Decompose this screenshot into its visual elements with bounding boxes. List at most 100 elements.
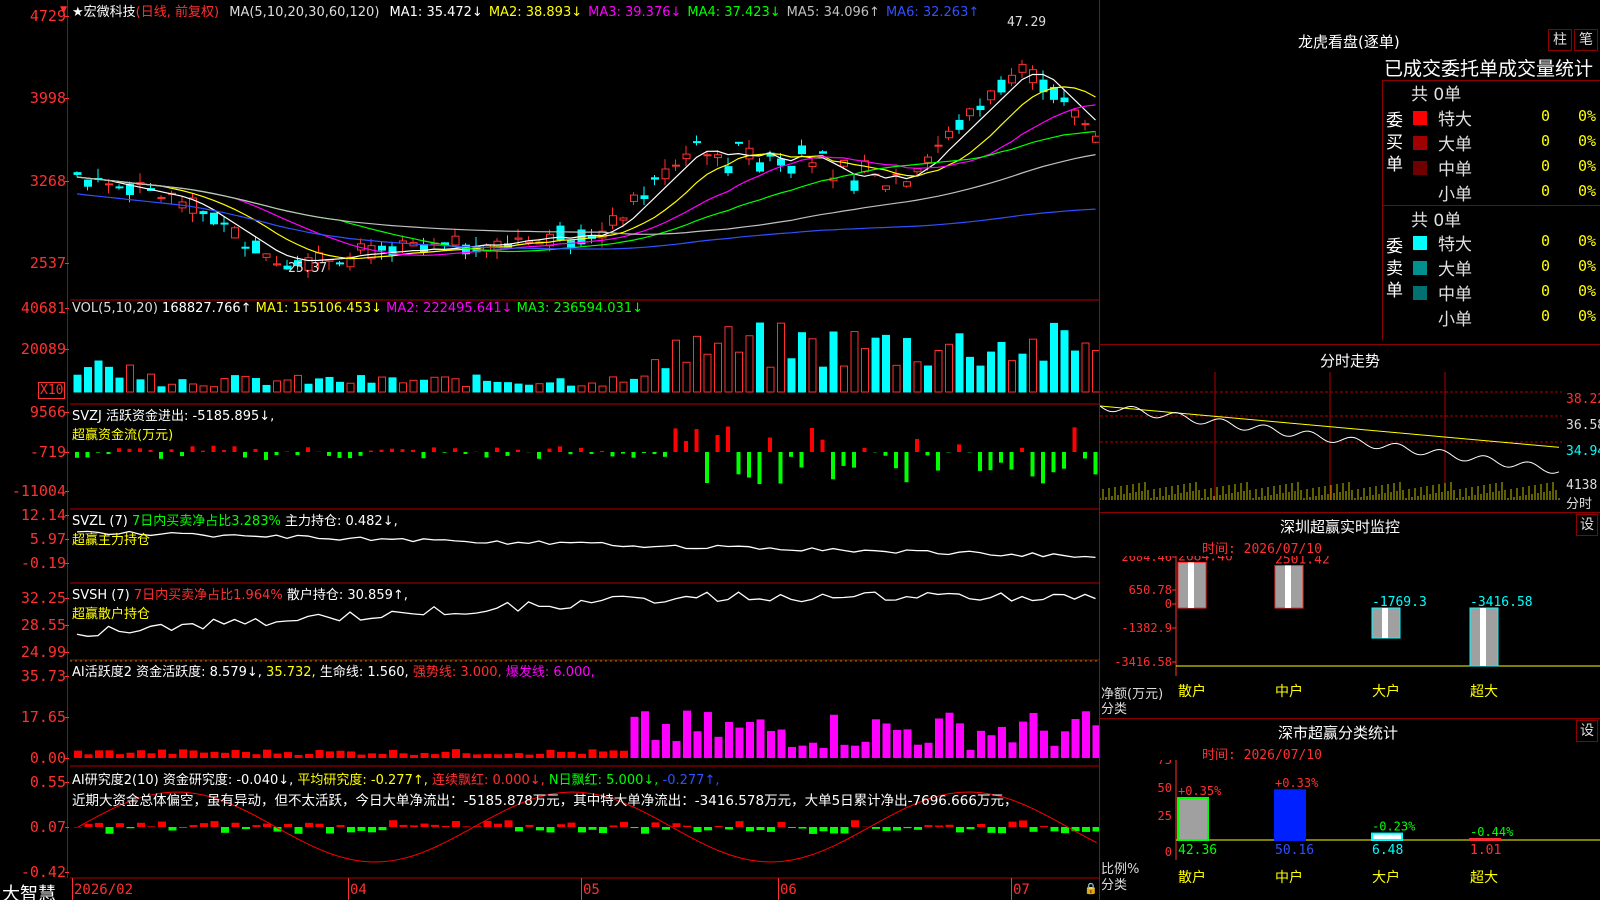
fund-flow-bar: [810, 427, 814, 452]
volume-bar: [168, 383, 176, 393]
research-bar: [294, 827, 303, 834]
research-bar: [609, 825, 618, 827]
ma-item-1: MA1: 35.472↓: [390, 5, 483, 20]
candle-body: [273, 263, 281, 266]
intraday-chart[interactable]: [1100, 372, 1600, 512]
bar-highlight: [1285, 565, 1291, 608]
fund-flow-bar: [85, 452, 90, 458]
vol-ma2: MA2: 222495.641↓: [386, 301, 513, 316]
activity-bar: [504, 753, 513, 758]
volume-bar: [651, 359, 659, 393]
fund-flow-bar: [243, 452, 247, 458]
sz-class-settings-button[interactable]: 设: [1576, 720, 1598, 742]
candle-body: [1050, 86, 1058, 100]
volume-bar: [829, 331, 838, 393]
buy-total: 共 0单: [1411, 85, 1462, 105]
sz-monitor-settings-button[interactable]: 设: [1576, 514, 1598, 536]
activity-bar: [788, 746, 796, 758]
volume-bar: [388, 377, 397, 393]
lock-icon[interactable]: 🔒: [1084, 882, 1098, 895]
candle-body: [924, 156, 932, 163]
fund-flow-bar: [1041, 452, 1045, 484]
ai-act-c: 生命线: 1.560,: [319, 665, 409, 680]
research-bar: [326, 827, 334, 834]
research-bar: [399, 824, 408, 827]
volume-bar: [976, 365, 985, 393]
research-bar: [389, 820, 397, 827]
date-tick: [72, 878, 73, 900]
research-bar: [441, 825, 450, 827]
activity-bar: [893, 730, 901, 758]
candle-body: [1008, 74, 1016, 84]
volume-bar: [1029, 338, 1037, 393]
activity-bar: [368, 753, 376, 758]
fund-flow-bar: [169, 449, 174, 452]
volume-bar: [535, 383, 544, 393]
fund-flow-bar: [820, 439, 825, 452]
volume-bar: [850, 331, 859, 393]
volume-bar: [409, 379, 418, 393]
activity-bar: [704, 712, 712, 758]
svzl-val: 主力持仓: 0.482↓,: [284, 514, 398, 529]
order-type-label: 特大: [1438, 110, 1472, 130]
volume-bar: [178, 379, 187, 393]
ma-value: 32.263↑: [918, 5, 980, 20]
class-change-label: +0.33%: [1275, 776, 1319, 790]
research-bar: [504, 820, 513, 827]
axis-tick-label: 3268: [29, 172, 66, 190]
volume-bar: [1081, 342, 1090, 393]
fund-flow-bar: [978, 452, 982, 471]
activity-bar: [347, 751, 355, 758]
axis-tick-label: 5.97: [29, 530, 66, 548]
fund-flow-bar: [1020, 447, 1024, 452]
research-bar: [914, 827, 922, 830]
activity-bar: [1050, 745, 1059, 758]
fund-flow-bar: [159, 452, 163, 459]
candle-body: [714, 154, 722, 159]
fund-flow-bar: [757, 452, 762, 485]
research-bar: [305, 822, 313, 827]
price-mode[interactable]: (日线, 前复权): [136, 5, 219, 20]
axis-tick: [65, 539, 69, 540]
candle-body: [966, 108, 974, 117]
stats-tabs[interactable]: 已成交委托单成交量统计: [1384, 54, 1600, 81]
candle-body: [682, 153, 691, 160]
intraday-p2: 36.58: [1566, 418, 1600, 433]
activity-bar: [914, 744, 922, 758]
research-bar: [882, 827, 891, 832]
activity-bar: [809, 742, 817, 758]
ma-label: MA6:: [885, 5, 919, 20]
category-label: 大户: [1372, 683, 1400, 700]
ma-value: 39.376↓: [620, 5, 682, 20]
ai-act-b: 35.732,: [266, 665, 316, 680]
axis-tick-label: 24.99: [20, 643, 66, 661]
volume-bar: [336, 381, 344, 393]
volume-bar: [525, 384, 533, 393]
order-type-label: 小单: [1438, 310, 1472, 330]
volume-bar: [945, 343, 953, 393]
activity-bar: [462, 753, 471, 758]
activity-bar: [273, 753, 282, 758]
research-bar: [189, 825, 198, 827]
axis-tick: [65, 308, 69, 309]
volume-bar: [882, 334, 890, 393]
fund-flow-bar: [295, 452, 300, 456]
category-label: 中户: [1275, 683, 1303, 700]
research-bar: [105, 827, 114, 834]
fund-flow-bar: [421, 452, 426, 459]
fund-flow-bar: [957, 444, 961, 452]
order-type-label: 大单: [1438, 135, 1472, 155]
axis-tick: [65, 758, 69, 759]
axis-tick-label: -11004: [11, 482, 66, 500]
activity-bar: [662, 724, 670, 758]
research-bar: [704, 827, 712, 831]
candle-body: [703, 154, 712, 157]
tick-view-button[interactable]: 笔: [1574, 29, 1598, 51]
fund-flow-bar: [663, 452, 667, 457]
class-bar: [1469, 837, 1501, 841]
activity-bar: [326, 751, 334, 758]
order-type-label: 中单: [1438, 160, 1472, 180]
research-bar: [672, 823, 681, 827]
column-view-button[interactable]: 柱: [1548, 29, 1572, 51]
fund-flow-bar: [610, 452, 615, 457]
